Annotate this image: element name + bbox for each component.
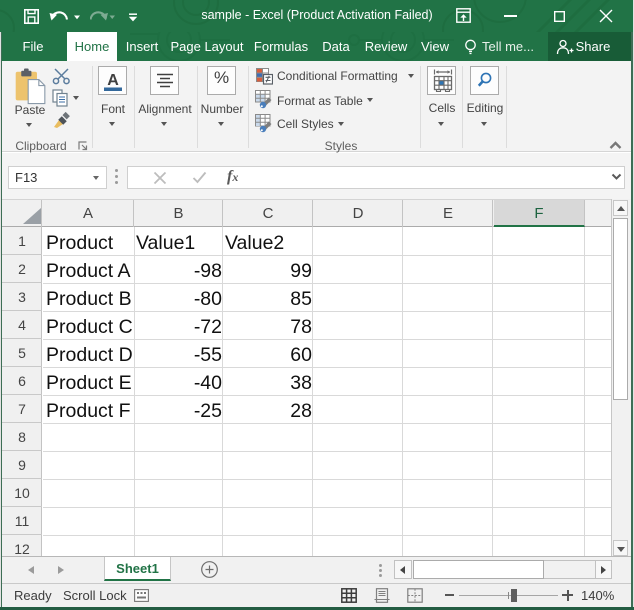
svg-text:A: A xyxy=(107,72,119,89)
